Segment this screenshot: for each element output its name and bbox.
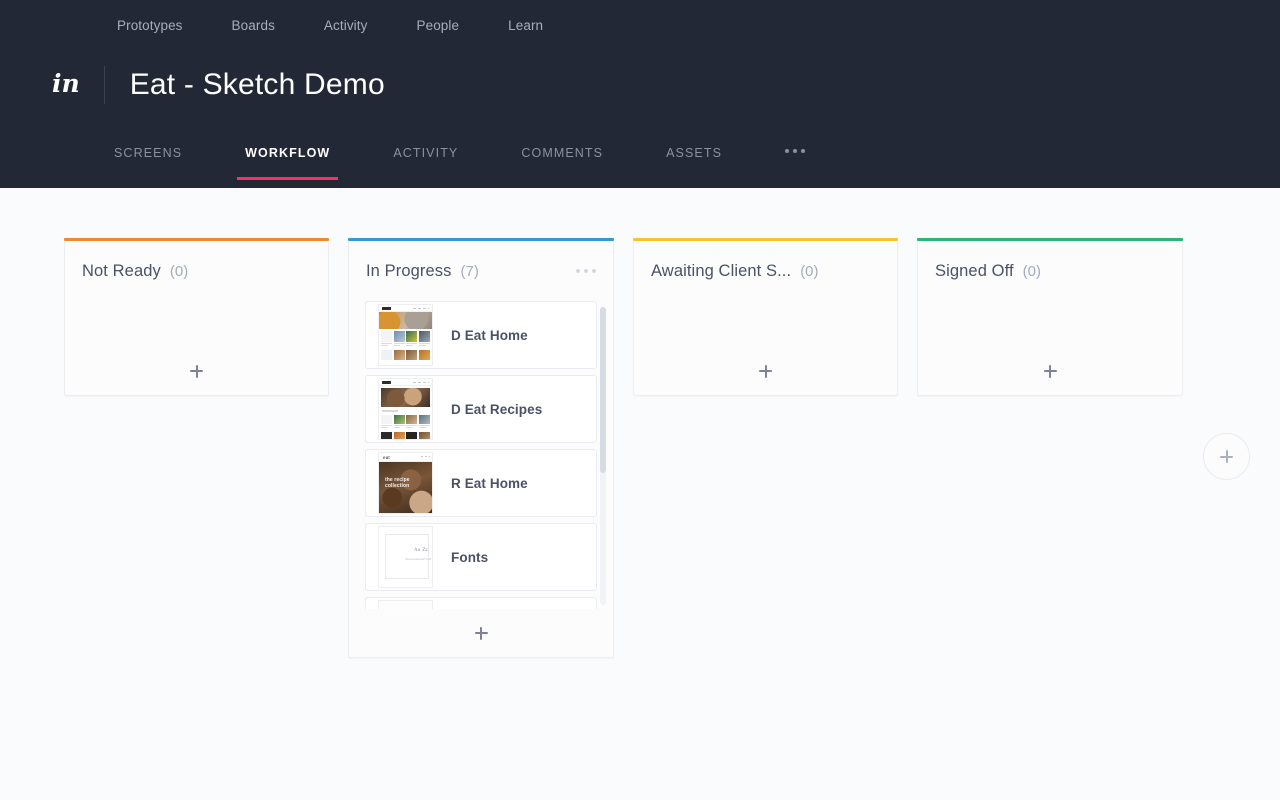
plus-icon	[474, 626, 488, 640]
add-card-button[interactable]	[634, 347, 897, 395]
global-nav-item-learn[interactable]: Learn	[508, 18, 543, 33]
add-card-button[interactable]	[349, 609, 613, 657]
global-nav-item-activity[interactable]: Activity	[324, 18, 368, 33]
plus-icon	[190, 364, 203, 378]
logo-divider	[103, 66, 105, 104]
column-scrollbar[interactable]	[600, 307, 606, 605]
tab-comments[interactable]: COMMENTS	[521, 140, 603, 180]
column-header: Awaiting Client S... (0)	[634, 241, 897, 301]
workflow-card[interactable]: D Eat Recipes	[365, 375, 597, 443]
workflow-column-awaiting-client-signoff: Awaiting Client S... (0)	[633, 238, 898, 396]
column-title: Awaiting Client S...	[651, 261, 792, 280]
thumbnail-logo-text: eat	[383, 454, 390, 460]
global-nav-item-boards[interactable]: Boards	[232, 18, 275, 33]
column-count: (0)	[1022, 262, 1042, 280]
app-header: Prototypes Boards Activity People Learn …	[0, 0, 1280, 188]
column-title: Not Ready	[82, 261, 161, 280]
workflow-card[interactable]	[365, 597, 597, 609]
tab-workflow[interactable]: WORKFLOW	[237, 140, 339, 180]
column-title: Signed Off	[935, 261, 1014, 280]
global-nav-item-people[interactable]: People	[416, 18, 459, 33]
ellipsis-icon[interactable]	[785, 140, 806, 173]
plus-icon	[1043, 364, 1057, 378]
column-count: (7)	[460, 262, 479, 280]
column-count: (0)	[800, 262, 819, 280]
card-title: D Eat Home	[451, 327, 528, 343]
project-tabbar: SCREENS WORKFLOW ACTIVITY COMMENTS ASSET…	[0, 140, 806, 188]
tab-assets[interactable]: ASSETS	[666, 140, 722, 180]
column-card-area	[634, 301, 897, 347]
card-title: D Eat Recipes	[451, 401, 543, 417]
column-menu-ellipsis-icon[interactable]	[576, 269, 596, 273]
add-column-button[interactable]	[1203, 433, 1250, 480]
workflow-card[interactable]: D Eat Home	[365, 301, 597, 369]
desktop-eat-recipes-thumbnail	[378, 378, 433, 440]
desktop-eat-home-thumbnail	[378, 304, 433, 366]
project-title-row: in Eat - Sketch Demo	[52, 66, 385, 104]
page-title: Eat - Sketch Demo	[129, 68, 385, 101]
plus-icon	[1220, 450, 1233, 463]
column-header: In Progress (7)	[349, 241, 613, 301]
workflow-column-signed-off: Signed Off (0)	[917, 238, 1183, 396]
workflow-column-not-ready: Not Ready (0)	[64, 238, 329, 396]
card-title: Fonts	[451, 549, 489, 565]
column-card-area	[65, 301, 328, 347]
global-nav: Prototypes Boards Activity People Learn	[0, 0, 592, 50]
column-header: Not Ready (0)	[65, 241, 328, 301]
plus-icon	[759, 364, 772, 378]
add-card-button[interactable]	[918, 347, 1182, 395]
workflow-card[interactable]: eat the recipe collection R Eat Home	[365, 449, 597, 517]
add-card-button[interactable]	[65, 347, 328, 395]
tab-activity[interactable]: ACTIVITY	[393, 140, 458, 180]
column-card-area	[918, 301, 1182, 347]
column-header: Signed Off (0)	[918, 241, 1182, 301]
fonts-specimen-thumbnail: Aa Zz SourceSansPro-R	[378, 526, 433, 588]
invision-logo-icon[interactable]: in	[52, 71, 80, 100]
column-card-area: D Eat Home D Eat Recipes eat the recipe …	[349, 301, 613, 609]
column-count: (0)	[169, 262, 189, 280]
card-title: R Eat Home	[451, 475, 528, 491]
fonts-name-text: SourceSansPro-R	[405, 557, 431, 561]
column-title: In Progress	[366, 261, 452, 280]
workflow-board: Not Ready (0) In Progress (7) D Eat Home…	[0, 188, 1280, 800]
partial-card-thumbnail	[378, 600, 433, 609]
tab-screens[interactable]: SCREENS	[114, 140, 182, 180]
fonts-sample-text: Aa Zz	[414, 548, 428, 553]
workflow-column-in-progress: In Progress (7) D Eat Home D Eat Recipes…	[348, 238, 614, 658]
global-nav-item-prototypes[interactable]: Prototypes	[117, 18, 183, 33]
scrollbar-thumb[interactable]	[600, 307, 606, 473]
thumbnail-overlay-line2: collection	[385, 483, 410, 489]
workflow-card[interactable]: Aa Zz SourceSansPro-R Fonts	[365, 523, 597, 591]
responsive-eat-home-thumbnail: eat the recipe collection	[378, 452, 433, 514]
